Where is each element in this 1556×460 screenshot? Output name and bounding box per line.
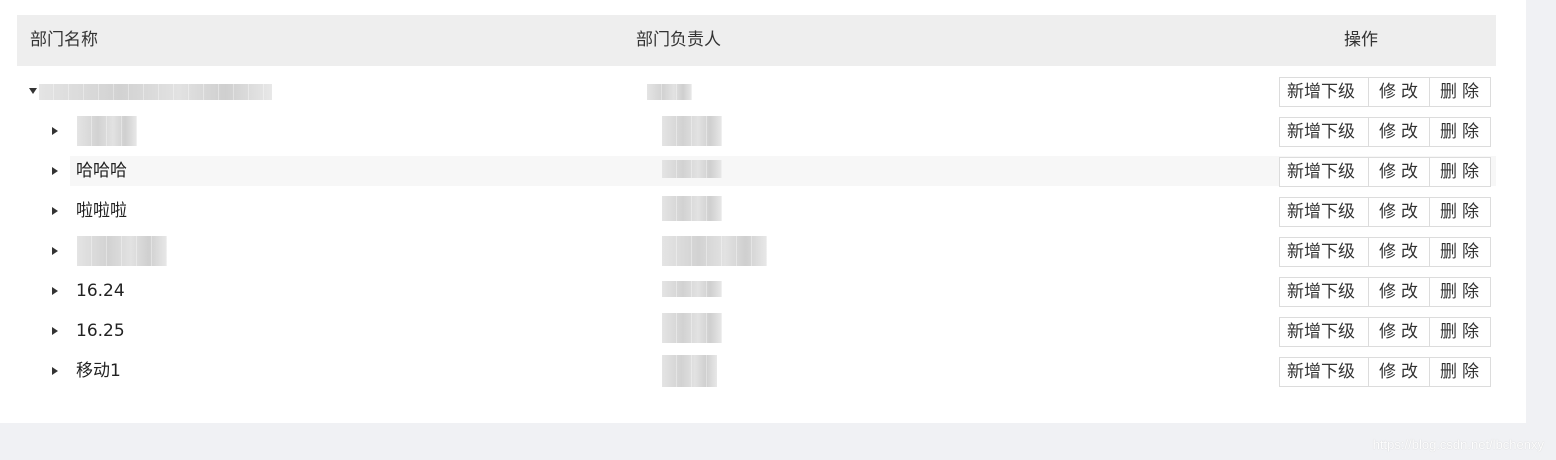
redacted-name: [77, 236, 167, 266]
add-child-button[interactable]: 新增下级: [1280, 238, 1369, 266]
add-child-button[interactable]: 新增下级: [1280, 118, 1369, 146]
redacted-manager: [662, 196, 722, 221]
add-child-button[interactable]: 新增下级: [1280, 278, 1369, 306]
edit-button[interactable]: 修改: [1369, 118, 1430, 146]
caret-right-icon[interactable]: [52, 367, 58, 375]
caret-right-icon[interactable]: [52, 127, 58, 135]
delete-button[interactable]: 删除: [1430, 198, 1490, 226]
redacted-manager: [662, 281, 722, 297]
redacted-manager: [662, 313, 722, 343]
delete-button[interactable]: 删除: [1430, 238, 1490, 266]
row-actions: 新增下级 修改 删除: [1279, 157, 1491, 187]
row-actions: 新增下级 修改 删除: [1279, 77, 1491, 107]
redacted-manager: [662, 160, 722, 178]
table-row: 新增下级 修改 删除: [17, 231, 1496, 271]
row-actions: 新增下级 修改 删除: [1279, 197, 1491, 227]
table-row: 16.25 新增下级 修改 删除: [17, 311, 1496, 351]
delete-button[interactable]: 删除: [1430, 358, 1490, 386]
redacted-name: [77, 116, 137, 146]
table-row: 移动1 新增下级 修改 删除: [17, 351, 1496, 391]
department-name: 哈哈哈: [76, 161, 127, 181]
delete-button[interactable]: 删除: [1430, 278, 1490, 306]
table-header: 部门名称 部门负责人 操作: [17, 15, 1496, 66]
edit-button[interactable]: 修改: [1369, 198, 1430, 226]
table-row: 哈哈哈 新增下级 修改 删除: [17, 151, 1496, 191]
add-child-button[interactable]: 新增下级: [1280, 158, 1369, 186]
caret-right-icon[interactable]: [52, 287, 58, 295]
table-row: 新增下级 修改 删除: [17, 111, 1496, 151]
delete-button[interactable]: 删除: [1430, 318, 1490, 346]
redacted-manager: [662, 116, 722, 146]
department-name: 16.24: [76, 281, 125, 301]
add-child-button[interactable]: 新增下级: [1280, 358, 1369, 386]
content-panel: 部门名称 部门负责人 操作 新增下级 修改 删除 新增下级 修改 删除 哈哈哈 …: [0, 0, 1526, 423]
delete-button[interactable]: 删除: [1430, 158, 1490, 186]
caret-right-icon[interactable]: [52, 167, 58, 175]
column-header-action: 操作: [1344, 30, 1378, 50]
edit-button[interactable]: 修改: [1369, 358, 1430, 386]
table-row: 啦啦啦 新增下级 修改 删除: [17, 191, 1496, 231]
table-row: 16.24 新增下级 修改 删除: [17, 271, 1496, 311]
caret-right-icon[interactable]: [52, 247, 58, 255]
row-actions: 新增下级 修改 删除: [1279, 277, 1491, 307]
edit-button[interactable]: 修改: [1369, 318, 1430, 346]
redacted-manager: [662, 236, 767, 266]
edit-button[interactable]: 修改: [1369, 238, 1430, 266]
column-header-name: 部门名称: [30, 30, 98, 50]
edit-button[interactable]: 修改: [1369, 78, 1430, 106]
row-actions: 新增下级 修改 删除: [1279, 117, 1491, 147]
delete-button[interactable]: 删除: [1430, 118, 1490, 146]
table-row: 新增下级 修改 删除: [17, 71, 1496, 111]
watermark: https://blog.csdn.net/lbchenxy: [1372, 437, 1544, 452]
department-name: 16.25: [76, 321, 125, 341]
caret-right-icon[interactable]: [52, 327, 58, 335]
row-actions: 新增下级 修改 删除: [1279, 357, 1491, 387]
column-header-manager: 部门负责人: [636, 30, 721, 50]
edit-button[interactable]: 修改: [1369, 158, 1430, 186]
add-child-button[interactable]: 新增下级: [1280, 318, 1369, 346]
caret-down-icon[interactable]: [29, 88, 37, 94]
add-child-button[interactable]: 新增下级: [1280, 198, 1369, 226]
redacted-name: [39, 84, 272, 100]
delete-button[interactable]: 删除: [1430, 78, 1490, 106]
department-name: 啦啦啦: [76, 201, 127, 221]
redacted-manager: [662, 355, 717, 387]
department-name: 移动1: [76, 361, 121, 381]
edit-button[interactable]: 修改: [1369, 278, 1430, 306]
row-actions: 新增下级 修改 删除: [1279, 317, 1491, 347]
caret-right-icon[interactable]: [52, 207, 58, 215]
add-child-button[interactable]: 新增下级: [1280, 78, 1369, 106]
row-actions: 新增下级 修改 删除: [1279, 237, 1491, 267]
redacted-manager: [647, 84, 692, 100]
